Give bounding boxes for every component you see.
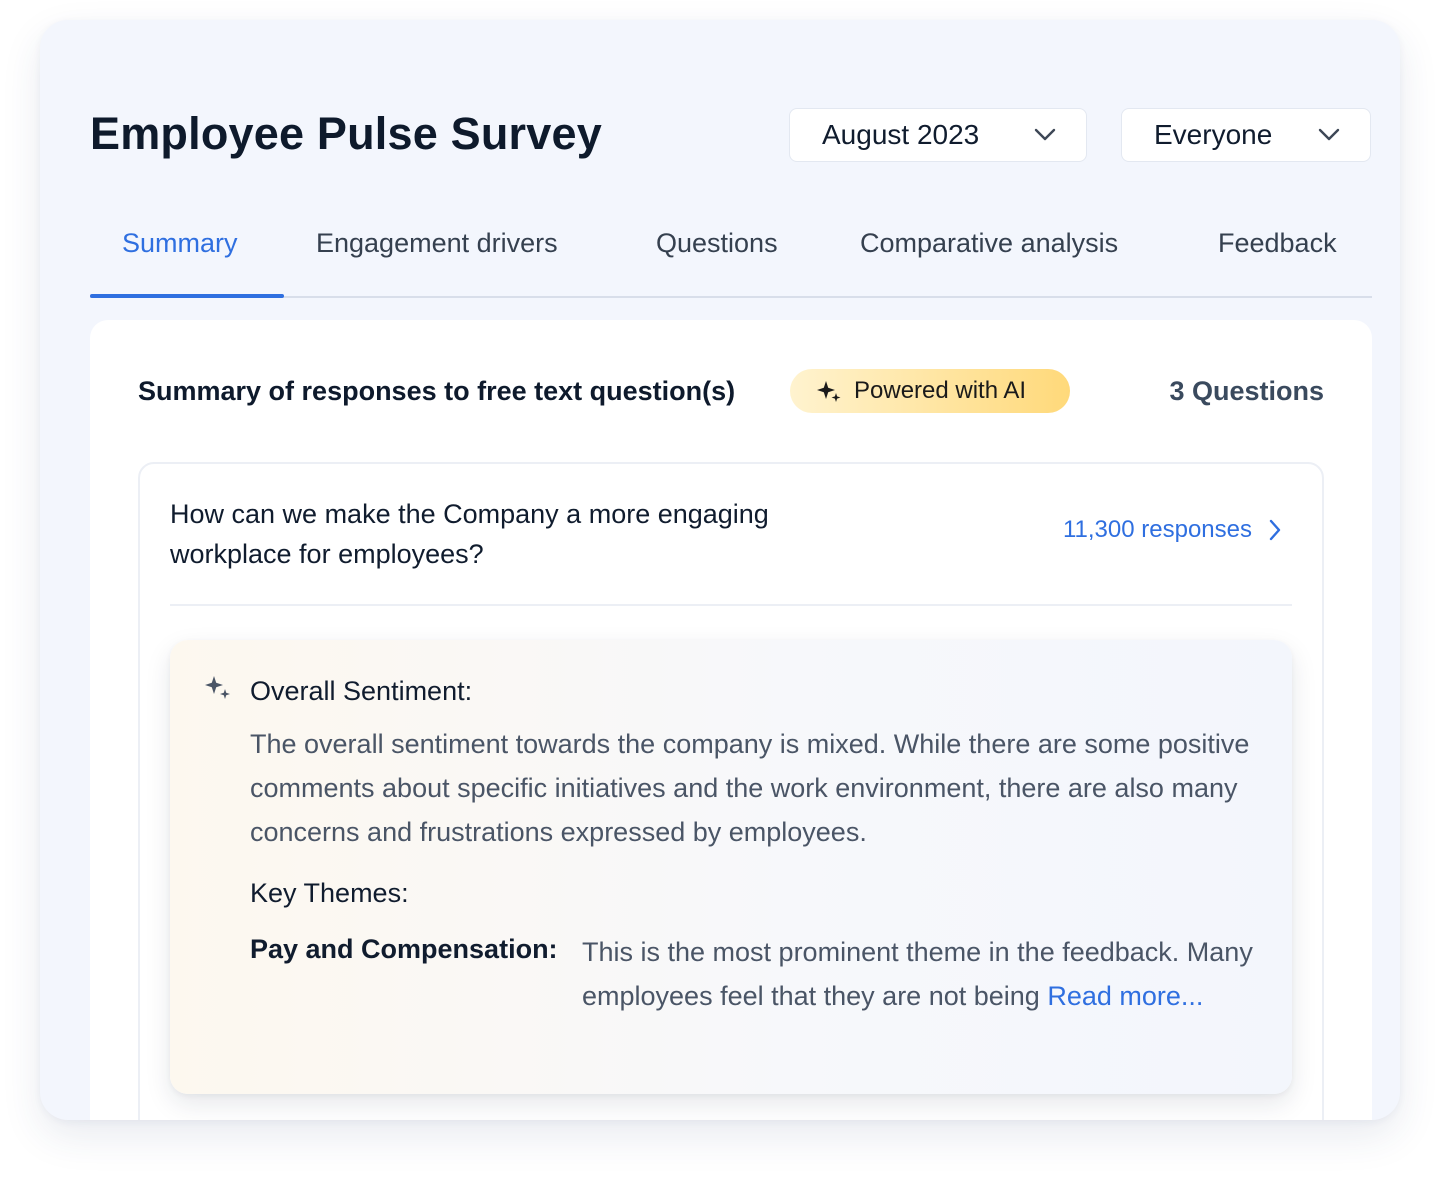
theme-body: This is the most prominent theme in the … — [582, 930, 1262, 1018]
chevron-down-icon — [1318, 128, 1340, 141]
key-themes-title: Key Themes: — [250, 878, 409, 908]
sparkle-icon — [817, 381, 841, 402]
date-filter-dropdown[interactable]: August 2023 — [789, 108, 1087, 162]
theme-label: Pay and Compensation: — [250, 934, 558, 964]
divider — [170, 604, 1292, 606]
tab-engagement-drivers[interactable]: Engagement drivers — [316, 228, 558, 259]
responses-link[interactable]: 11,300 responses — [1063, 516, 1282, 544]
date-filter-value: August 2023 — [822, 119, 980, 150]
question-card: How can we make the Company a more engag… — [138, 462, 1324, 1120]
powered-with-ai-badge: Powered with AI — [790, 369, 1070, 413]
tab-comparative-analysis[interactable]: Comparative analysis — [860, 228, 1118, 259]
chevron-down-icon — [1034, 128, 1056, 141]
responses-count: 11,300 responses — [1062, 516, 1252, 543]
audience-filter-dropdown[interactable]: Everyone — [1121, 108, 1371, 162]
sentiment-title: Overall Sentiment: — [250, 676, 473, 706]
read-more-link[interactable]: Read more... — [1047, 981, 1203, 1011]
sparkle-icon — [205, 676, 230, 699]
survey-panel: Employee Pulse Survey August 2023 Everyo… — [40, 20, 1400, 1120]
tab-bar: Summary Engagement drivers Questions Com… — [90, 216, 1372, 298]
tab-summary[interactable]: Summary — [122, 228, 238, 259]
ai-summary-box: Overall Sentiment: The overall sentiment… — [170, 640, 1292, 1094]
summary-card-title: Summary of responses to free text questi… — [138, 376, 736, 406]
summary-card: Summary of responses to free text questi… — [90, 320, 1372, 1120]
tab-feedback[interactable]: Feedback — [1218, 228, 1337, 259]
page-title: Employee Pulse Survey — [90, 108, 602, 159]
active-tab-indicator — [90, 294, 284, 298]
question-count: 3 Questions — [1169, 376, 1324, 406]
ai-badge-label: Powered with AI — [854, 377, 1027, 404]
audience-filter-value: Everyone — [1154, 119, 1273, 150]
sentiment-body: The overall sentiment towards the compan… — [250, 729, 1250, 847]
question-text: How can we make the Company a more engag… — [170, 499, 769, 569]
chevron-right-icon — [1269, 519, 1281, 541]
tab-questions[interactable]: Questions — [656, 228, 778, 259]
